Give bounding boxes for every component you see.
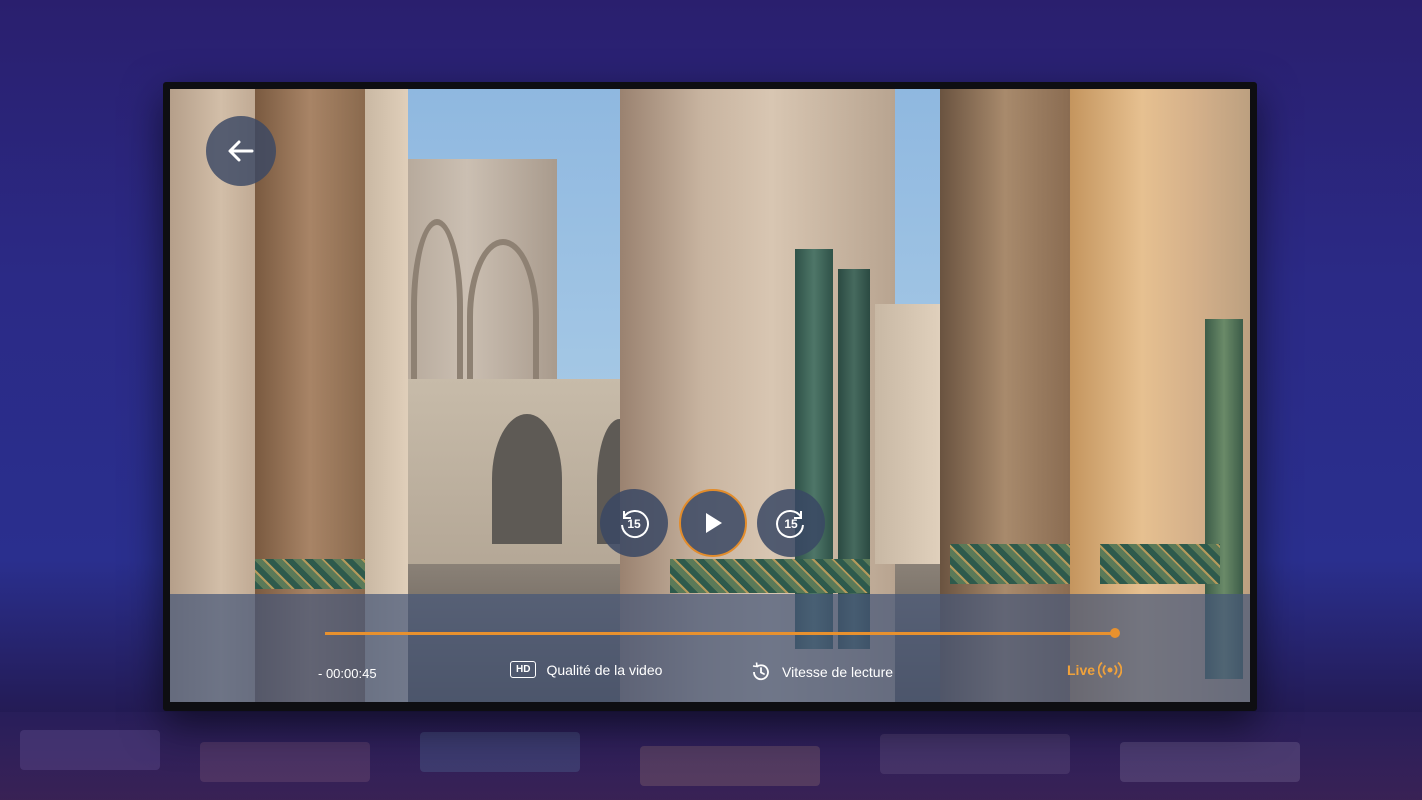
play-button[interactable] (679, 489, 747, 557)
quality-label: Qualité de la video (546, 661, 663, 678)
play-icon (706, 513, 722, 533)
playback-controls: 15 15 (600, 489, 828, 559)
arrow-left-icon (228, 140, 254, 162)
right-courtyard (875, 304, 945, 564)
rewind-icon: 15 (621, 510, 649, 538)
tile-band-center (670, 559, 870, 593)
rewind-15-button[interactable]: 15 (600, 489, 668, 557)
quality-button[interactable]: HD Qualité de la video (510, 661, 662, 678)
floor-reflection (0, 712, 1422, 800)
forward-label: 15 (784, 517, 798, 531)
progress-fill (325, 632, 1116, 635)
progress-bar[interactable] (325, 628, 1121, 638)
broadcast-icon (1098, 661, 1123, 679)
control-bar: - 00:00:45 HD Qualité de la video Vitess… (170, 594, 1250, 702)
playback-speed-label: Vitesse de lecture (782, 664, 894, 680)
video-screen[interactable]: 15 15 - 00:00:45 HD Qualité de la video … (170, 89, 1250, 702)
tile-band-left (255, 559, 365, 589)
live-button[interactable]: Live (1067, 661, 1123, 679)
progress-handle[interactable] (1110, 628, 1121, 638)
live-label: Live (1067, 662, 1096, 678)
time-remaining: - 00:00:45 (318, 666, 377, 681)
forward-icon: 15 (776, 510, 804, 538)
forward-15-button[interactable]: 15 (757, 489, 825, 557)
hd-icon: HD (510, 661, 537, 678)
tv-frame: 15 15 - 00:00:45 HD Qualité de la video … (163, 82, 1257, 711)
clock-icon (752, 662, 769, 681)
back-button[interactable] (206, 116, 276, 186)
rewind-label: 15 (627, 517, 641, 531)
playback-speed-button[interactable]: Vitesse de lecture (750, 661, 893, 683)
tile-band-right (950, 544, 1070, 584)
tile-band-far-right (1100, 544, 1220, 584)
